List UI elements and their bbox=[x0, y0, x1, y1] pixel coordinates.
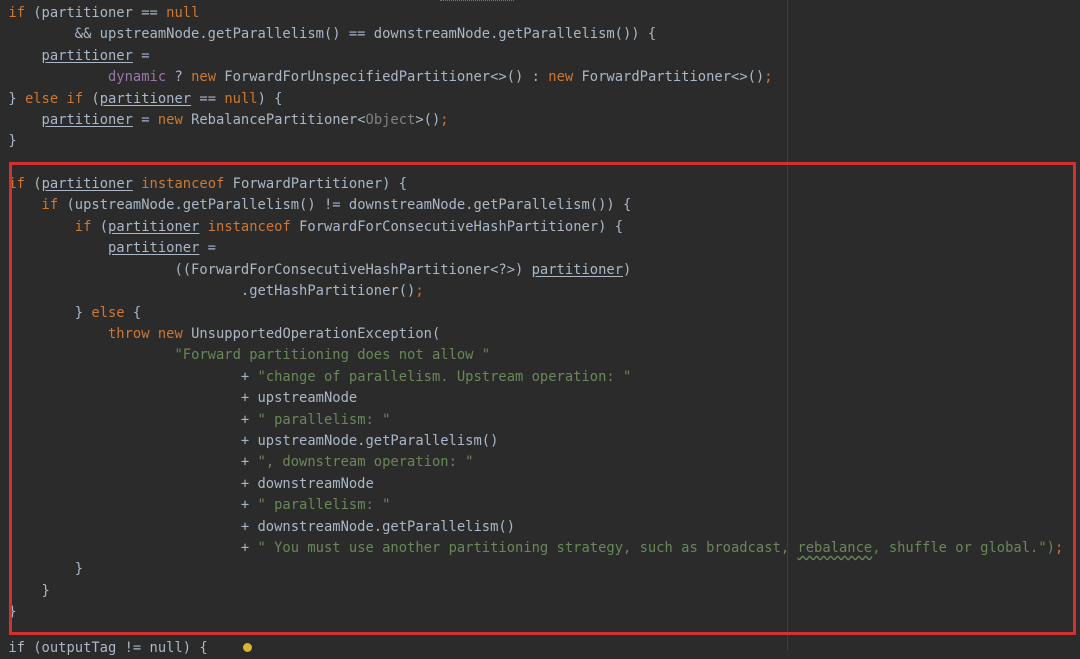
code-line-7[interactable]: } bbox=[0, 131, 16, 152]
code-line-2[interactable]: && upstreamNode.getParallelism() == down… bbox=[0, 24, 656, 45]
code-line-1[interactable]: if (partitioner == null bbox=[0, 3, 199, 24]
code-line-4[interactable]: dynamic ? new ForwardForUnspecifiedParti… bbox=[0, 67, 773, 88]
code-line-3[interactable]: partitioner = bbox=[0, 46, 150, 67]
code-line-6[interactable]: partitioner = new RebalancePartitioner<O… bbox=[0, 110, 449, 131]
folded-region-marker bbox=[440, 0, 514, 3]
highlight-annotation-box bbox=[9, 162, 1076, 635]
code-line-29[interactable]: if (outputTag != null) { bbox=[0, 638, 207, 659]
code-editor[interactable]: if (partitioner == null && upstreamNode.… bbox=[0, 0, 1080, 656]
code-line-5[interactable]: } else if (partitioner == null) { bbox=[0, 89, 282, 110]
